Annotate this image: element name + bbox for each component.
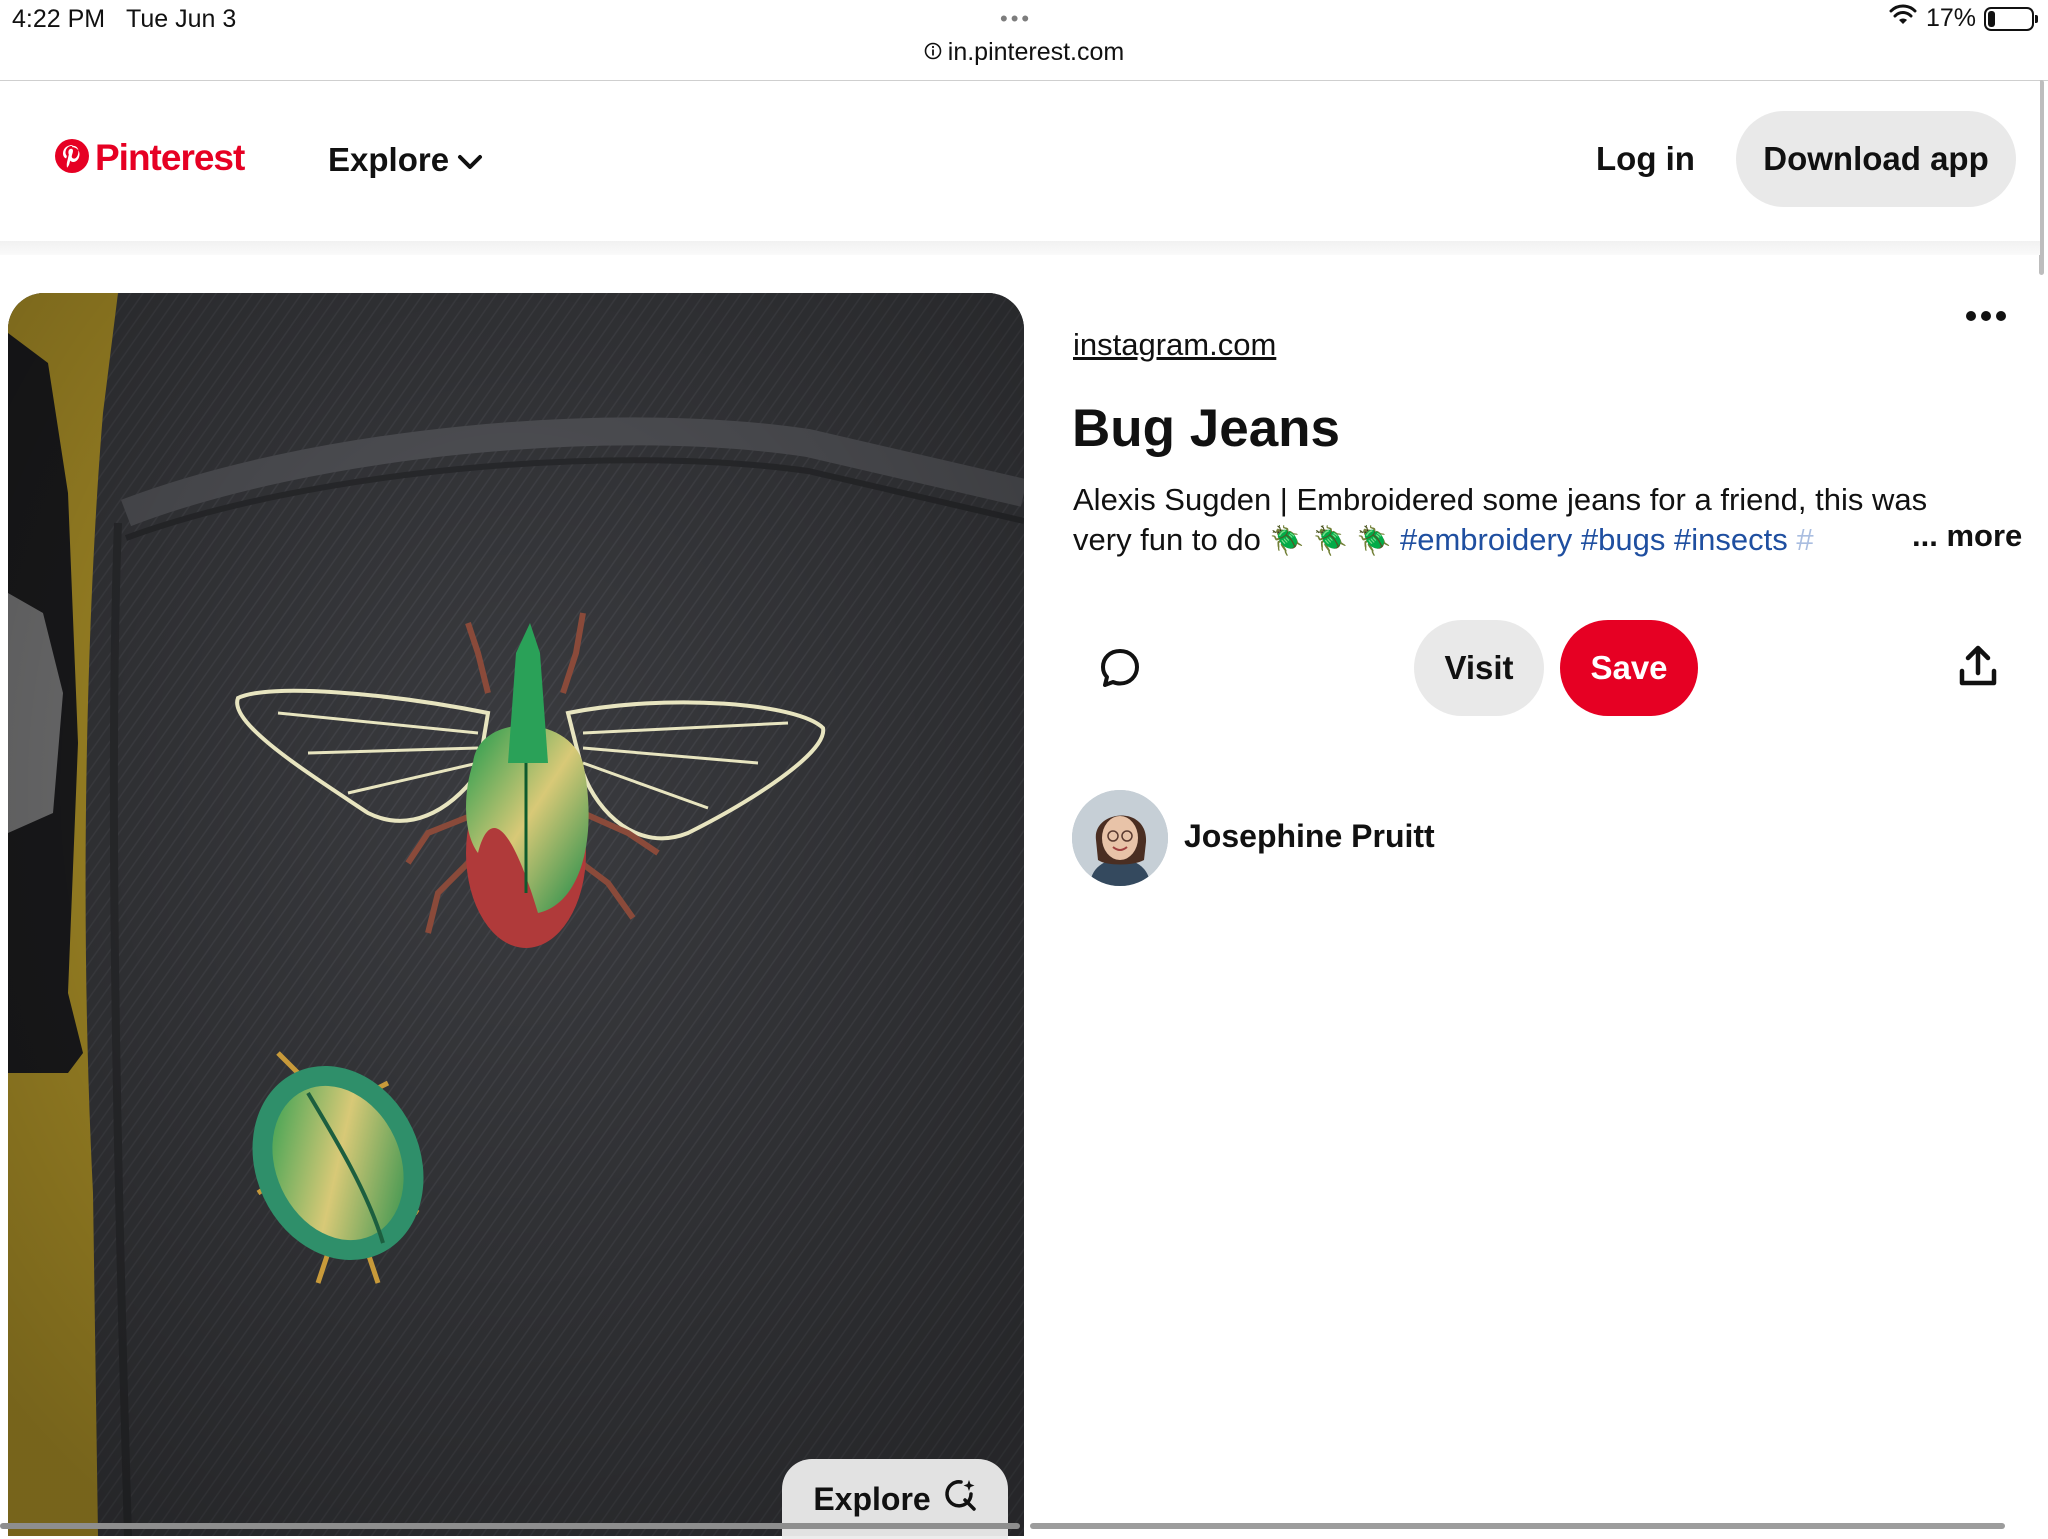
header-divider: [0, 241, 2040, 255]
login-button[interactable]: Log in: [1574, 111, 1717, 207]
horizontal-scrollbar[interactable]: [1030, 1523, 2005, 1529]
site-header: Pinterest Explore Log in Download app: [0, 81, 2040, 241]
pin-title: Bug Jeans: [1072, 399, 1341, 458]
share-icon: [1958, 645, 1998, 692]
status-date: Tue Jun 3: [126, 5, 237, 33]
avatar[interactable]: [1072, 790, 1168, 886]
address-bar[interactable]: in.pinterest.com: [0, 38, 2048, 80]
battery-percent: 17%: [1925, 4, 1976, 32]
beetle-emoji: 🪲: [1356, 525, 1392, 556]
download-app-button[interactable]: Download app: [1736, 111, 2016, 207]
beetle-emoji: 🪲: [1312, 525, 1348, 556]
description-text: very fun to do: [1073, 522, 1261, 557]
visual-search-icon: [943, 1478, 977, 1520]
more-options-button[interactable]: [1958, 298, 2014, 338]
wifi-icon: [1888, 4, 1918, 33]
author-photo: [1072, 790, 1168, 886]
pin-image[interactable]: [8, 293, 1024, 1536]
site-info-icon[interactable]: [924, 38, 942, 67]
description-line-1: Alexis Sugden | Embroidered some jeans f…: [1073, 482, 1928, 517]
share-button[interactable]: [1950, 640, 2006, 696]
hashtag-link[interactable]: #insects: [1674, 522, 1788, 557]
visit-button[interactable]: Visit: [1414, 620, 1544, 716]
battery-level: [1988, 10, 1996, 27]
more-button[interactable]: ... more: [1906, 518, 2023, 554]
comment-button[interactable]: [1086, 620, 1154, 720]
status-indicators: 17%: [1888, 4, 2038, 33]
source-link[interactable]: instagram.com: [1073, 327, 1276, 363]
image-scrollbar[interactable]: [0, 1523, 1020, 1529]
chevron-down-icon: [457, 141, 483, 179]
ellipsis-icon: [1964, 309, 2008, 328]
comment-icon: [1099, 647, 1141, 694]
hashtag-link[interactable]: #embroidery: [1400, 522, 1572, 557]
embroidered-jeans-photo: [8, 293, 1024, 1536]
pinterest-logo-text: Pinterest: [95, 137, 245, 178]
beetle-emoji: 🪲: [1269, 525, 1305, 556]
multitasking-dots-icon[interactable]: •••: [1000, 6, 1032, 32]
status-bar: 4:22 PM Tue Jun 3 ••• 17%: [0, 0, 2048, 40]
battery-icon: [1984, 6, 2038, 31]
explore-label: Explore: [328, 141, 450, 178]
explore-chip-label: Explore: [813, 1480, 931, 1517]
explore-menu-button[interactable]: Explore: [328, 141, 483, 179]
hashtag-link[interactable]: #bugs: [1581, 522, 1665, 557]
pinterest-logo[interactable]: Pinterest: [54, 137, 245, 179]
hashtag-link[interactable]: #: [1796, 522, 1813, 557]
pinterest-logo-icon: [54, 138, 90, 179]
description-fade: [1840, 520, 1910, 564]
url-text[interactable]: in.pinterest.com: [948, 38, 1124, 67]
status-time: 4:22 PM: [12, 5, 106, 33]
author-name[interactable]: Josephine Pruitt: [1184, 818, 1435, 855]
save-button[interactable]: Save: [1560, 620, 1698, 716]
